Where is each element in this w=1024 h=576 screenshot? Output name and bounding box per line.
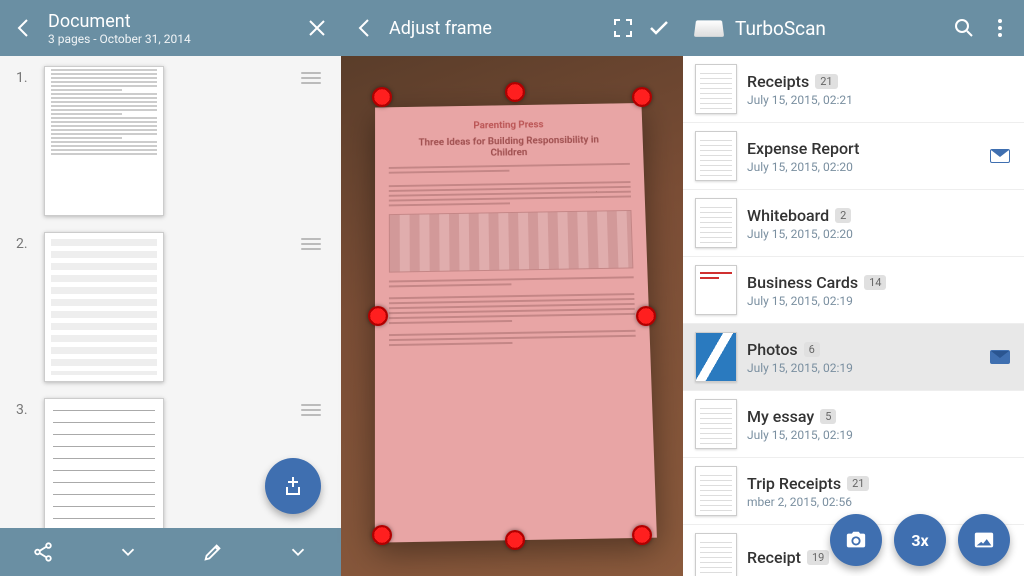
doc-date: July 15, 2015, 02:21: [747, 93, 1012, 107]
doc-thumbnail: [695, 332, 737, 382]
document-header: Document 3 pages - October 31, 2014: [0, 0, 341, 56]
chevron-down-icon[interactable]: [287, 541, 309, 563]
camera-button[interactable]: [830, 514, 882, 566]
page-title: Document: [48, 11, 293, 32]
page-thumbnail[interactable]: [44, 232, 164, 382]
mail-icon[interactable]: [990, 149, 1010, 163]
crop-handle[interactable]: [632, 87, 652, 107]
crop-handle[interactable]: [505, 530, 525, 550]
app-title: TurboScan: [735, 17, 940, 40]
captured-doc-illustration: [389, 210, 633, 273]
doc-date: July 15, 2015, 02:20: [747, 160, 980, 174]
doc-thumbnail: [695, 265, 737, 315]
capture-title: Adjust frame: [389, 18, 599, 39]
page-subtitle: 3 pages - October 31, 2014: [48, 32, 293, 46]
doc-thumbnail: [695, 198, 737, 248]
doc-name: My essay: [747, 407, 814, 426]
edit-icon[interactable]: [202, 541, 224, 563]
page-row[interactable]: 2.: [16, 232, 325, 382]
document-toolbar: [0, 528, 341, 576]
doc-date: July 15, 2015, 02:19: [747, 428, 1012, 442]
capture-panel: Adjust frame Parenting Press Three Ideas…: [341, 0, 683, 576]
doc-thumbnail: [695, 131, 737, 181]
page-count-badge: 19: [807, 550, 829, 565]
page-count-badge: 6: [804, 342, 820, 357]
doc-name: Receipt: [747, 548, 801, 567]
doc-name: Business Cards: [747, 273, 858, 292]
crop-handle[interactable]: [368, 306, 388, 326]
add-page-button[interactable]: [265, 458, 321, 514]
doc-thumbnail: [695, 64, 737, 114]
gallery-button[interactable]: [958, 514, 1010, 566]
crop-handle[interactable]: [636, 306, 656, 326]
back-icon[interactable]: [353, 16, 377, 40]
list-item[interactable]: Business Cards 14 July 15, 2015, 02:19: [683, 257, 1024, 324]
overflow-menu-icon[interactable]: [988, 16, 1012, 40]
confirm-icon[interactable]: [647, 16, 671, 40]
crop-handle[interactable]: [372, 87, 392, 107]
captured-doc-heading: Three Ideas for Building Responsibility …: [408, 134, 609, 160]
doc-thumbnail: [695, 533, 737, 576]
page-count-badge: 21: [815, 74, 837, 89]
list-item[interactable]: Expense Report July 15, 2015, 02:20: [683, 123, 1024, 190]
crop-handle[interactable]: [632, 525, 652, 545]
list-item[interactable]: My essay 5 July 15, 2015, 02:19: [683, 391, 1024, 458]
doc-name: Receipts: [747, 72, 809, 91]
page-thumbnail[interactable]: [44, 66, 164, 216]
document-panel: Document 3 pages - October 31, 2014 1. 2.…: [0, 0, 341, 576]
library-header: TurboScan: [683, 0, 1024, 56]
page-thumbnail[interactable]: [44, 398, 164, 528]
drag-handle-icon[interactable]: [301, 66, 325, 90]
doc-thumbnail: [695, 466, 737, 516]
page-count-badge: 21: [847, 476, 869, 491]
capture-viewport[interactable]: Parenting Press Three Ideas for Building…: [341, 56, 683, 576]
doc-thumbnail: [695, 399, 737, 449]
doc-name: Trip Receipts: [747, 474, 841, 493]
list-item[interactable]: Receipts 21 July 15, 2015, 02:21: [683, 56, 1024, 123]
page-count-badge: 5: [820, 409, 836, 424]
doc-name: Expense Report: [747, 139, 859, 158]
search-icon[interactable]: [952, 16, 976, 40]
doc-name: Whiteboard: [747, 206, 829, 225]
doc-name: Photos: [747, 340, 798, 359]
expand-icon[interactable]: [611, 16, 635, 40]
doc-date: July 15, 2015, 02:20: [747, 227, 1012, 241]
crop-handle[interactable]: [372, 525, 392, 545]
captured-doc-brand: Parenting Press: [389, 118, 629, 132]
page-number: 1.: [16, 66, 34, 86]
page-count-badge: 14: [864, 275, 886, 290]
mail-icon[interactable]: [990, 350, 1010, 364]
document-list[interactable]: Receipts 21 July 15, 2015, 02:21 Expense Re…: [683, 56, 1024, 576]
page-number: 2.: [16, 232, 34, 252]
close-icon[interactable]: [305, 16, 329, 40]
drag-handle-icon[interactable]: [301, 398, 325, 422]
library-panel: TurboScan Receipts 21 July 15, 2015, 02:21…: [683, 0, 1024, 576]
title-block: Document 3 pages - October 31, 2014: [48, 11, 293, 46]
list-item[interactable]: Whiteboard 2 July 15, 2015, 02:20: [683, 190, 1024, 257]
doc-date: mber 2, 2015, 02:56: [747, 495, 1012, 509]
drag-handle-icon[interactable]: [301, 232, 325, 256]
list-item[interactable]: Photos 6 July 15, 2015, 02:19: [683, 324, 1024, 391]
page-count-badge: 2: [835, 208, 851, 223]
share-icon[interactable]: [32, 541, 54, 563]
capture-fab-row: 3x: [830, 514, 1010, 566]
page-number: 3.: [16, 398, 34, 418]
multi-shot-button[interactable]: 3x: [894, 514, 946, 566]
captured-document: Parenting Press Three Ideas for Building…: [375, 103, 657, 542]
capture-header: Adjust frame: [341, 0, 683, 56]
page-row[interactable]: 1.: [16, 66, 325, 216]
doc-date: July 15, 2015, 02:19: [747, 361, 980, 375]
doc-date: July 15, 2015, 02:19: [747, 294, 1012, 308]
scanner-icon: [694, 20, 724, 36]
crop-handle[interactable]: [505, 82, 525, 102]
chevron-down-icon[interactable]: [117, 541, 139, 563]
back-icon[interactable]: [12, 16, 36, 40]
